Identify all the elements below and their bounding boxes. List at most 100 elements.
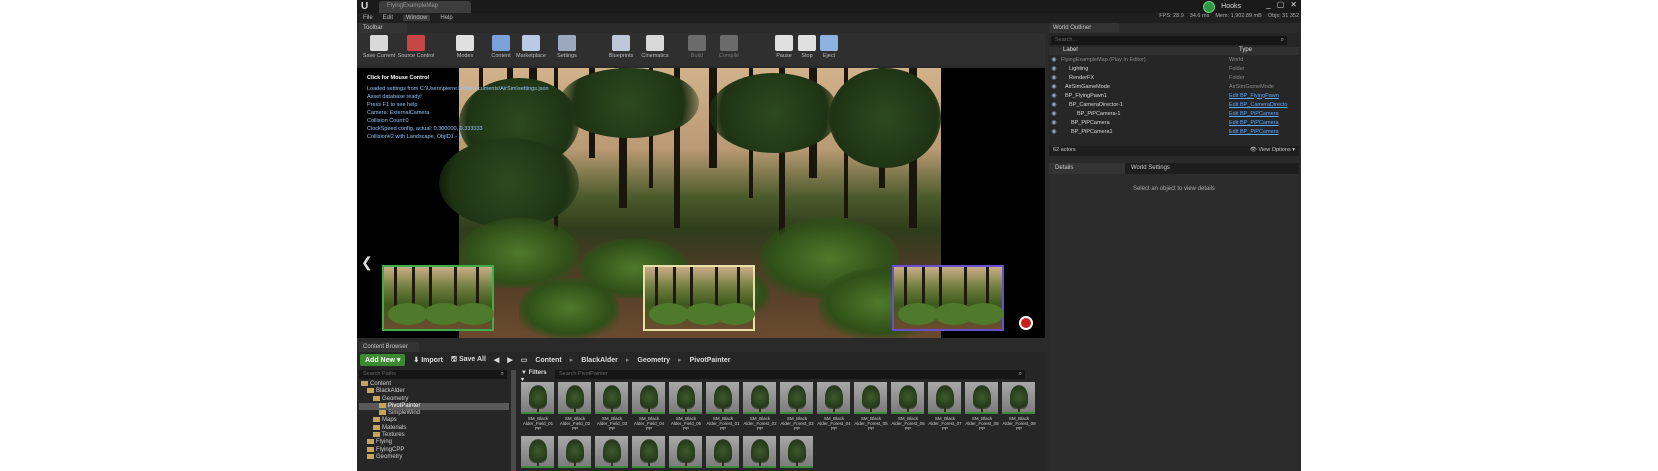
breadcrumb-geometry[interactable]: Geometry	[637, 357, 670, 364]
asset-thumbnail[interactable]	[632, 436, 665, 468]
label-column-header[interactable]: Label	[1063, 47, 1239, 55]
asset-thumbnail[interactable]	[743, 436, 776, 468]
outliner-row[interactable]: ◉ BP_PiPCamera Edit BP_PiPCamera	[1049, 118, 1299, 127]
tab-details[interactable]: Details	[1049, 163, 1125, 174]
folder-tree-item[interactable]: Textures	[359, 432, 509, 439]
edit-blueprint-link[interactable]: Edit BP_PiPCamera	[1229, 120, 1279, 126]
asset-thumbnail[interactable]	[632, 382, 665, 414]
asset-thumbnail[interactable]	[595, 382, 628, 414]
settings-button[interactable]: Settings	[547, 35, 587, 65]
toolbar-tab[interactable]: Toolbar	[359, 23, 407, 33]
asset-thumbnail[interactable]	[854, 382, 887, 414]
folder-tree-item[interactable]: Flying	[359, 439, 509, 446]
visibility-eye-icon[interactable]: ◉	[1049, 65, 1059, 72]
breadcrumb-content[interactable]: Content	[535, 357, 561, 364]
type-column-header[interactable]: Type	[1239, 47, 1252, 55]
asset-thumbnail[interactable]	[558, 382, 591, 414]
assets-search-input[interactable]: Search PivotPainter ⌕	[555, 370, 1025, 379]
folder-tree-item[interactable]: FlyingCPP	[359, 446, 509, 454]
hooks-label[interactable]: Hooks	[1221, 3, 1241, 10]
outliner-row[interactable]: ◉ FlyingExampleMap (Play In Editor) World	[1049, 55, 1299, 64]
asset-thumbnail[interactable]	[669, 382, 702, 414]
source-control-status-icon[interactable]	[1203, 0, 1216, 13]
menu-help[interactable]: Help	[440, 15, 452, 21]
outliner-row[interactable]: ◉ BP_PiPCamera1 Edit BP_PiPCamera	[1049, 127, 1299, 136]
asset-thumbnail[interactable]	[780, 436, 813, 468]
edit-blueprint-link[interactable]: Edit BP_PiPCamera	[1229, 129, 1279, 135]
visibility-eye-icon[interactable]: ◉	[1049, 83, 1059, 90]
marketplace-button[interactable]: Marketplace	[511, 35, 551, 65]
forward-arrow-icon[interactable]: ▶	[507, 356, 512, 364]
asset-thumbnail[interactable]	[706, 436, 739, 468]
visibility-eye-icon[interactable]: ◉	[1049, 74, 1059, 81]
asset-thumbnail[interactable]	[521, 436, 554, 468]
folder-tree-item[interactable]: Geometry	[359, 395, 509, 403]
folder-tree-item[interactable]: BlackAlder	[359, 388, 509, 395]
folder-tree-item[interactable]: SimpleWind	[359, 410, 509, 417]
asset-thumbnail[interactable]	[891, 382, 924, 414]
menu-edit[interactable]: Edit	[383, 15, 393, 21]
cinematics-button[interactable]: Cinematics	[635, 35, 675, 65]
paths-search-input[interactable]: Search Paths ⌕	[359, 370, 507, 379]
outliner-row[interactable]: ◉ BP_CameraDirector-1 Edit BP_CameraDirect…	[1049, 100, 1299, 109]
tab-world-settings[interactable]: World Settings	[1125, 163, 1201, 174]
asset-thumbnail[interactable]	[743, 382, 776, 414]
close-button[interactable]: ✕	[1290, 0, 1297, 9]
asset-thumbnail[interactable]	[595, 436, 628, 468]
save-current-button[interactable]: Save Current	[359, 35, 399, 65]
content-browser-tab[interactable]: Content Browser	[359, 342, 419, 352]
modes-button[interactable]: Modes	[445, 35, 485, 65]
record-button[interactable]	[1019, 316, 1033, 330]
outliner-row[interactable]: ◉ RenderFX Folder	[1049, 73, 1299, 82]
edit-blueprint-link[interactable]: Edit BP_PiPCamera	[1229, 111, 1279, 117]
minimize-button[interactable]: _	[1266, 0, 1270, 9]
folder-tree-item[interactable]: Content	[359, 381, 509, 388]
folder-tree-item[interactable]: Maps	[359, 417, 509, 424]
visibility-eye-icon[interactable]: ◉	[1049, 56, 1059, 63]
breadcrumb-pivotpainter[interactable]: PivotPainter	[690, 357, 731, 364]
eject-button[interactable]: Eject	[809, 35, 849, 65]
outliner-search-input[interactable]: Search... ⌕	[1051, 36, 1287, 45]
level-tab[interactable]: FlyingExampleMap	[379, 1, 471, 13]
outliner-row[interactable]: ◉ BP_PiPCamera-1 Edit BP_PiPCamera	[1049, 109, 1299, 118]
folder-icon[interactable]: ▭	[521, 356, 528, 364]
visibility-eye-icon[interactable]: ◉	[1049, 128, 1059, 135]
asset-thumbnail[interactable]	[1002, 382, 1035, 414]
chevron-left-icon[interactable]: ❮	[361, 254, 373, 270]
tree-scrollbar[interactable]	[511, 370, 516, 471]
menu-window[interactable]: Window	[403, 15, 431, 21]
visibility-eye-icon[interactable]: ◉	[1049, 110, 1059, 117]
back-arrow-icon[interactable]: ◀	[494, 356, 499, 364]
asset-thumbnail[interactable]	[521, 382, 554, 414]
visibility-eye-icon[interactable]: ◉	[1049, 92, 1059, 99]
asset-thumbnail[interactable]	[669, 436, 702, 468]
folder-tree-item[interactable]: Materials	[359, 424, 509, 432]
view-options-button[interactable]: 👁 View Options ▾	[1250, 147, 1295, 155]
maximize-button[interactable]: ▢	[1277, 0, 1285, 9]
folder-tree-item[interactable]: Geometry	[359, 453, 509, 461]
visibility-eye-icon[interactable]: ◉	[1049, 101, 1059, 108]
save-all-button[interactable]: 🖫 Save All	[451, 355, 486, 366]
click-for-mouse-control[interactable]: Click for Mouse Control	[367, 74, 549, 82]
add-new-button[interactable]: Add New ▾	[360, 354, 406, 366]
outliner-row[interactable]: ◉ Lighting Folder	[1049, 64, 1299, 73]
import-button[interactable]: ⬇ Import	[413, 356, 443, 364]
asset-thumbnail[interactable]	[965, 382, 998, 414]
asset-thumbnail[interactable]	[706, 382, 739, 414]
filters-button[interactable]: ▼ Filters ▾	[521, 370, 551, 383]
edit-blueprint-link[interactable]: Edit BP_FlyingPawn	[1229, 93, 1279, 99]
asset-thumbnail[interactable]	[928, 382, 961, 414]
world-outliner-tab[interactable]: World Outliner	[1049, 23, 1119, 33]
menu-file[interactable]: File	[363, 15, 373, 21]
folder-tree-item[interactable]: PivotPainter	[359, 402, 509, 411]
edit-blueprint-link[interactable]: Edit BP_CameraDirecto	[1229, 102, 1287, 108]
asset-thumbnail[interactable]	[780, 382, 813, 414]
outliner-row[interactable]: ◉ BP_FlyingPawn1 Edit BP_FlyingPawn	[1049, 91, 1299, 100]
visibility-eye-icon[interactable]: ◉	[1049, 119, 1059, 126]
level-viewport[interactable]: Click for Mouse Control Loaded settings …	[357, 68, 1045, 338]
asset-thumbnail[interactable]	[558, 436, 591, 468]
compile-button[interactable]: Compile	[709, 35, 749, 65]
asset-thumbnail[interactable]	[817, 382, 850, 414]
source-control-button[interactable]: Source Control	[396, 35, 436, 65]
outliner-row[interactable]: ◉ AirSimGameMode AirSimGameMode	[1049, 82, 1299, 91]
